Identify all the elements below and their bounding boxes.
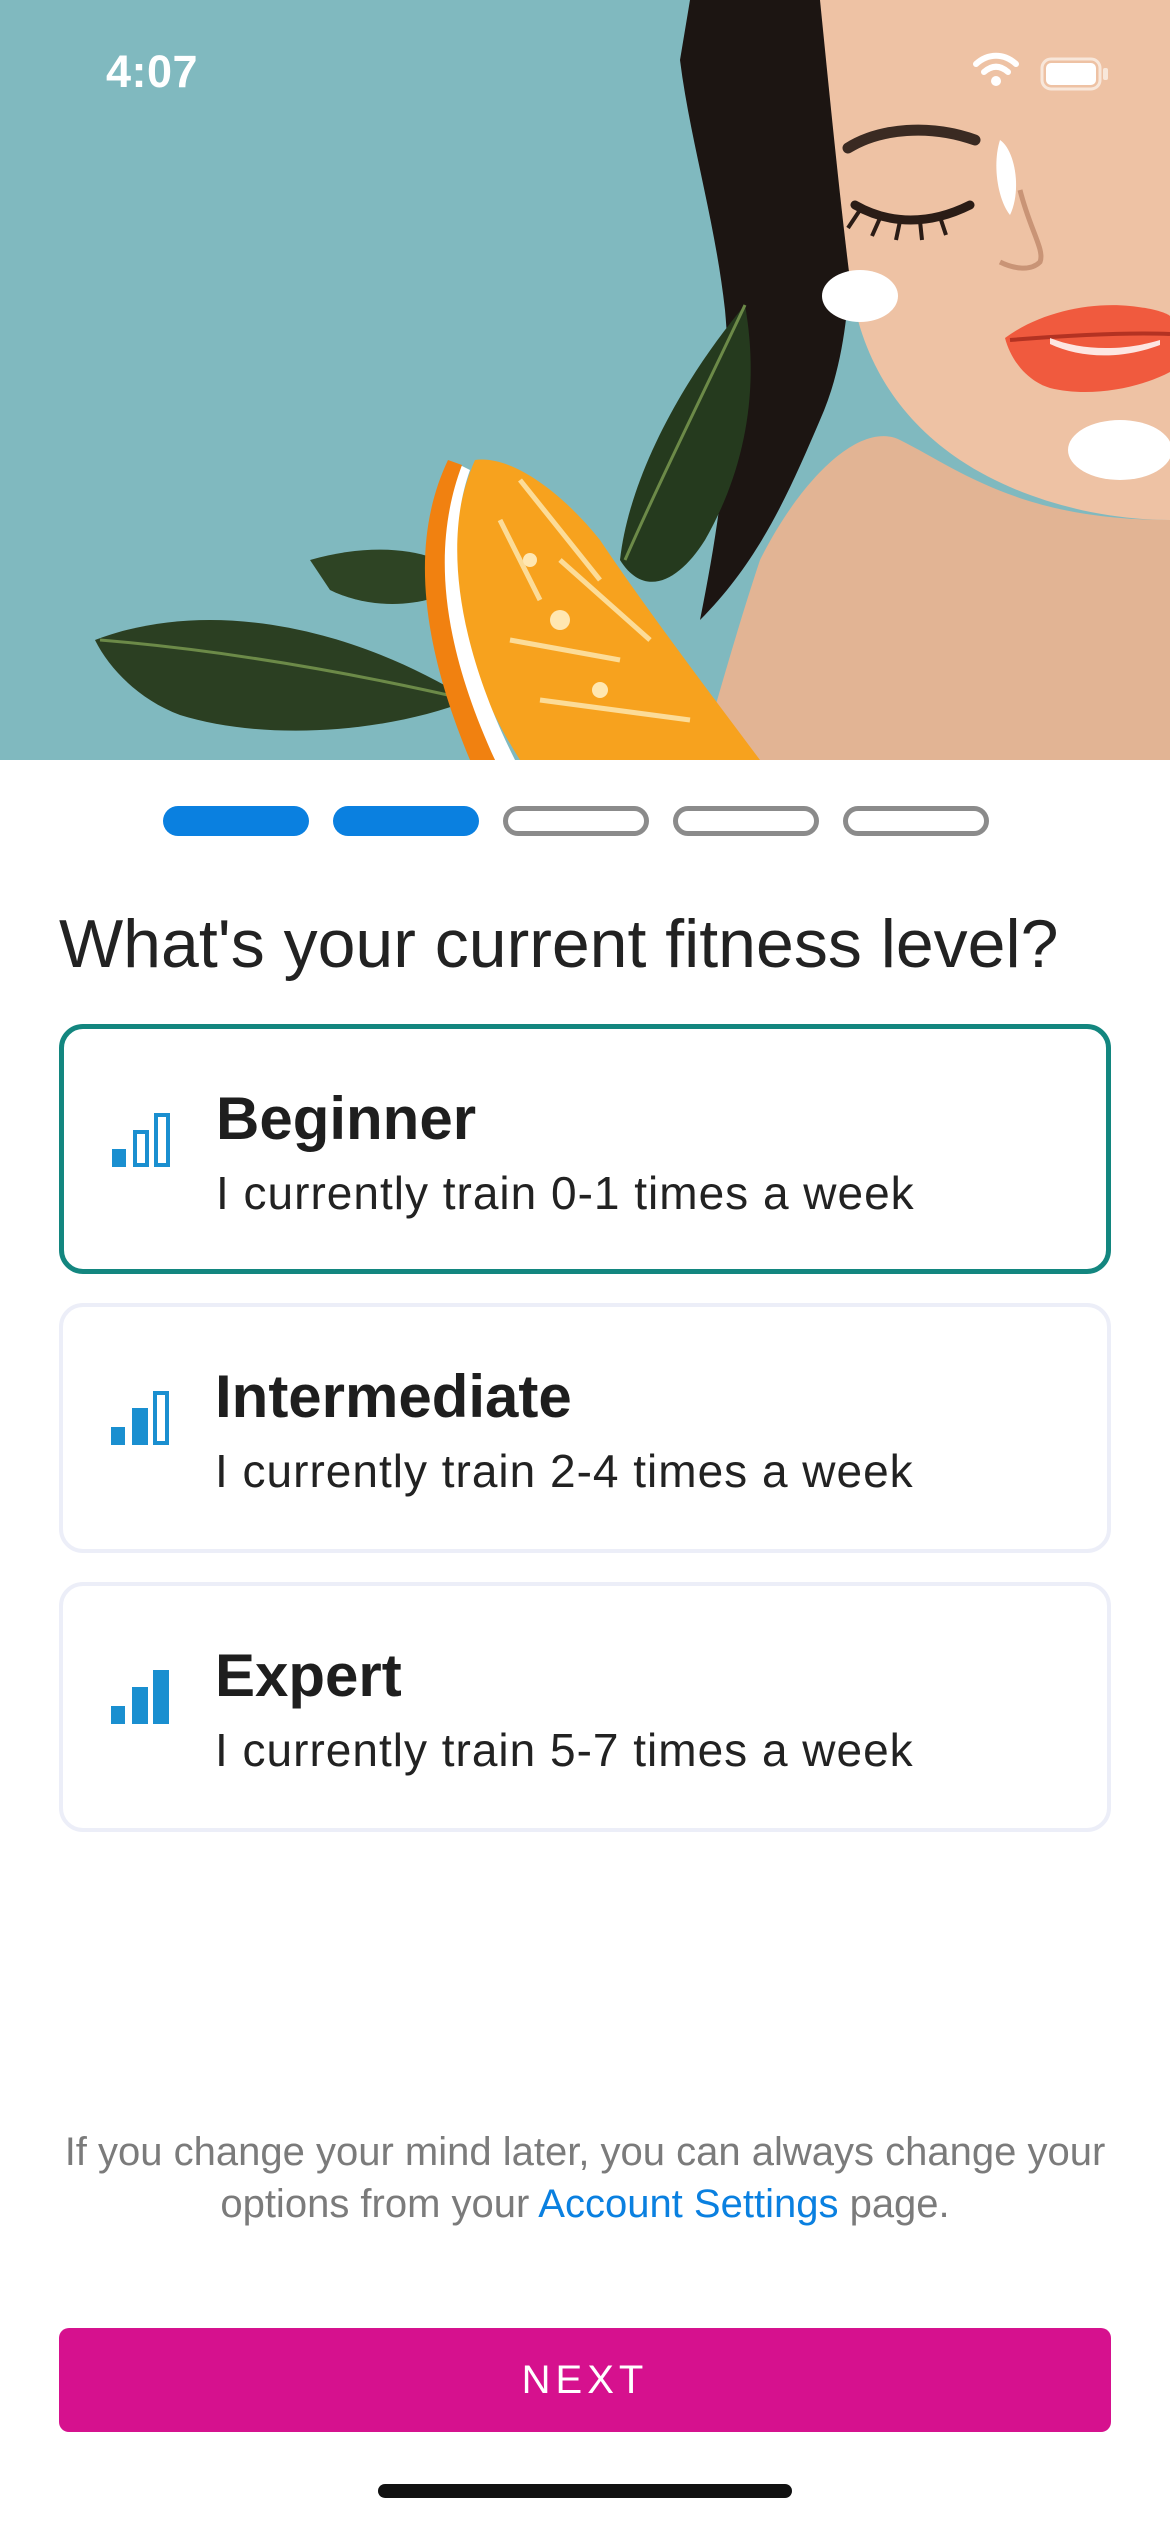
signal-level-2-icon <box>111 1391 169 1445</box>
option-title: Expert <box>215 1642 402 1709</box>
account-settings-link[interactable]: Account Settings <box>538 2182 838 2226</box>
step-indicator-4 <box>673 806 819 836</box>
option-subtitle: I currently train 2-4 times a week <box>215 1445 914 1497</box>
status-bar: 4:07 <box>0 0 1170 150</box>
hero-image: 4:07 <box>0 0 1170 760</box>
question-title: What's your current fitness level? <box>59 906 1059 982</box>
option-expert[interactable]: Expert I currently train 5-7 times a wee… <box>59 1582 1111 1832</box>
option-subtitle: I currently train 0-1 times a week <box>216 1167 915 1219</box>
footnote-text-end: page. <box>838 2182 950 2226</box>
option-subtitle: I currently train 5-7 times a week <box>215 1724 914 1776</box>
option-intermediate[interactable]: Intermediate I currently train 2-4 times… <box>59 1303 1111 1553</box>
battery-icon <box>1040 57 1108 91</box>
next-button[interactable]: NEXT <box>59 2328 1111 2432</box>
status-time: 4:07 <box>106 46 199 97</box>
home-indicator[interactable] <box>378 2484 792 2498</box>
step-indicator-3 <box>503 806 649 836</box>
option-title: Beginner <box>216 1085 477 1152</box>
step-indicator-5 <box>843 806 989 836</box>
step-indicator-1 <box>163 806 309 836</box>
option-beginner[interactable]: Beginner I currently train 0-1 times a w… <box>59 1024 1111 1274</box>
step-indicator-2 <box>333 806 479 836</box>
progress-stepper <box>0 806 1170 838</box>
option-title: Intermediate <box>215 1363 572 1430</box>
signal-level-1-icon <box>112 1113 170 1167</box>
settings-footnote: If you change your mind later, you can a… <box>40 2126 1130 2230</box>
onboarding-screen: 4:07 What's your current fitness level? <box>0 0 1170 2532</box>
signal-level-3-icon <box>111 1670 169 1724</box>
wifi-icon <box>973 52 1019 86</box>
